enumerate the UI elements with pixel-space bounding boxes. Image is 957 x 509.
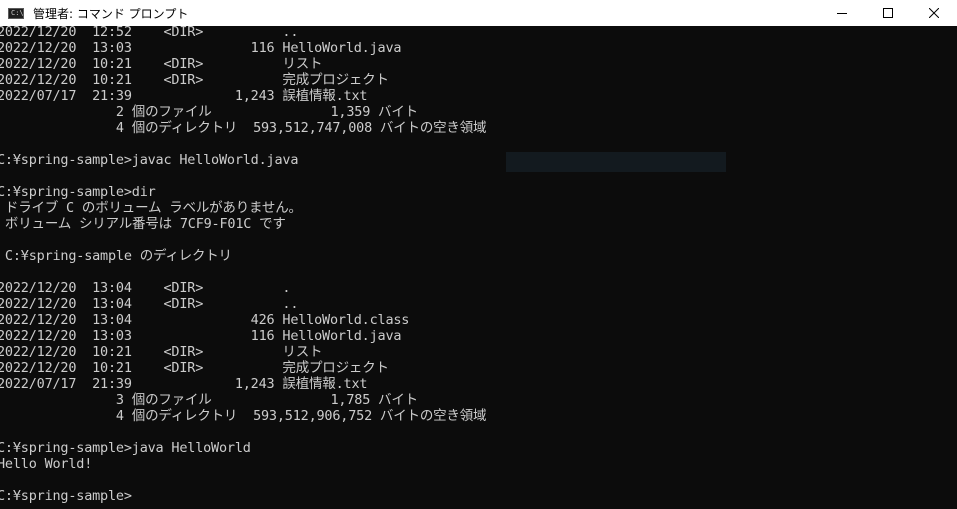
console-line: 2022/07/17 21:39 1,243 誤植情報.txt: [0, 88, 368, 104]
console-line: Hello World!: [0, 456, 93, 472]
console-line: 2022/12/20 13:04 <DIR> ..: [0, 296, 299, 312]
console-line: 2022/12/20 10:21 <DIR> リスト: [0, 344, 323, 360]
minimize-button[interactable]: [819, 0, 865, 26]
console-line: 2022/12/20 10:21 <DIR> 完成プロジェクト: [0, 72, 389, 88]
console-line: 2022/12/20 10:21 <DIR> リスト: [0, 56, 323, 72]
console-output[interactable]: 2022/12/20 12:52 <DIR> .. 2022/12/20 13:0…: [0, 26, 957, 509]
command-prompt-window: C:\ 管理者: コマンド プロンプト 2022/12/20 12:52 <DI…: [0, 0, 957, 509]
console-line: 2022/07/17 21:39 1,243 誤植情報.txt: [0, 376, 368, 392]
console-line: C:¥spring-sample>dir: [0, 184, 156, 200]
window-controls: [819, 0, 957, 26]
close-icon: [929, 8, 939, 18]
maximize-icon: [883, 8, 893, 18]
maximize-button[interactable]: [865, 0, 911, 26]
minimize-icon: [837, 13, 847, 14]
window-title: 管理者: コマンド プロンプト: [33, 6, 189, 21]
console-line: 3 個のファイル 1,785 バイト: [0, 392, 418, 408]
console-line: 2022/12/20 13:03 116 HelloWorld.java: [0, 40, 402, 56]
console-line: 2022/12/20 13:04 426 HelloWorld.class: [0, 312, 410, 328]
console-line: ボリューム シリアル番号は 7CF9-F01C です: [0, 216, 286, 232]
console-line: C:¥spring-sample>javac HelloWorld.java: [0, 152, 299, 168]
title-bar[interactable]: C:\ 管理者: コマンド プロンプト: [0, 0, 957, 26]
console-line: C:¥spring-sample>java HelloWorld: [0, 440, 251, 456]
console-app-icon[interactable]: C:\: [8, 7, 24, 19]
ime-candidate-overlay: [506, 152, 726, 172]
console-line: 2 個のファイル 1,359 バイト: [0, 104, 418, 120]
console-line: 4 個のディレクトリ 593,512,747,008 バイトの空き領域: [0, 120, 487, 136]
close-button[interactable]: [911, 0, 957, 26]
console-line: 2022/12/20 13:03 116 HelloWorld.java: [0, 328, 402, 344]
console-line: C:¥spring-sample のディレクトリ: [0, 248, 232, 264]
console-line: 2022/12/20 10:21 <DIR> 完成プロジェクト: [0, 360, 389, 376]
app-icon-text: C:\: [11, 8, 24, 17]
console-line: 4 個のディレクトリ 593,512,906,752 バイトの空き領域: [0, 408, 487, 424]
console-line: C:¥spring-sample>: [0, 488, 132, 504]
console-line: 2022/12/20 13:04 <DIR> .: [0, 280, 291, 296]
console-line: 2022/12/20 12:52 <DIR> ..: [0, 26, 299, 40]
console-line: ドライブ C のボリューム ラベルがありません。: [0, 200, 302, 216]
